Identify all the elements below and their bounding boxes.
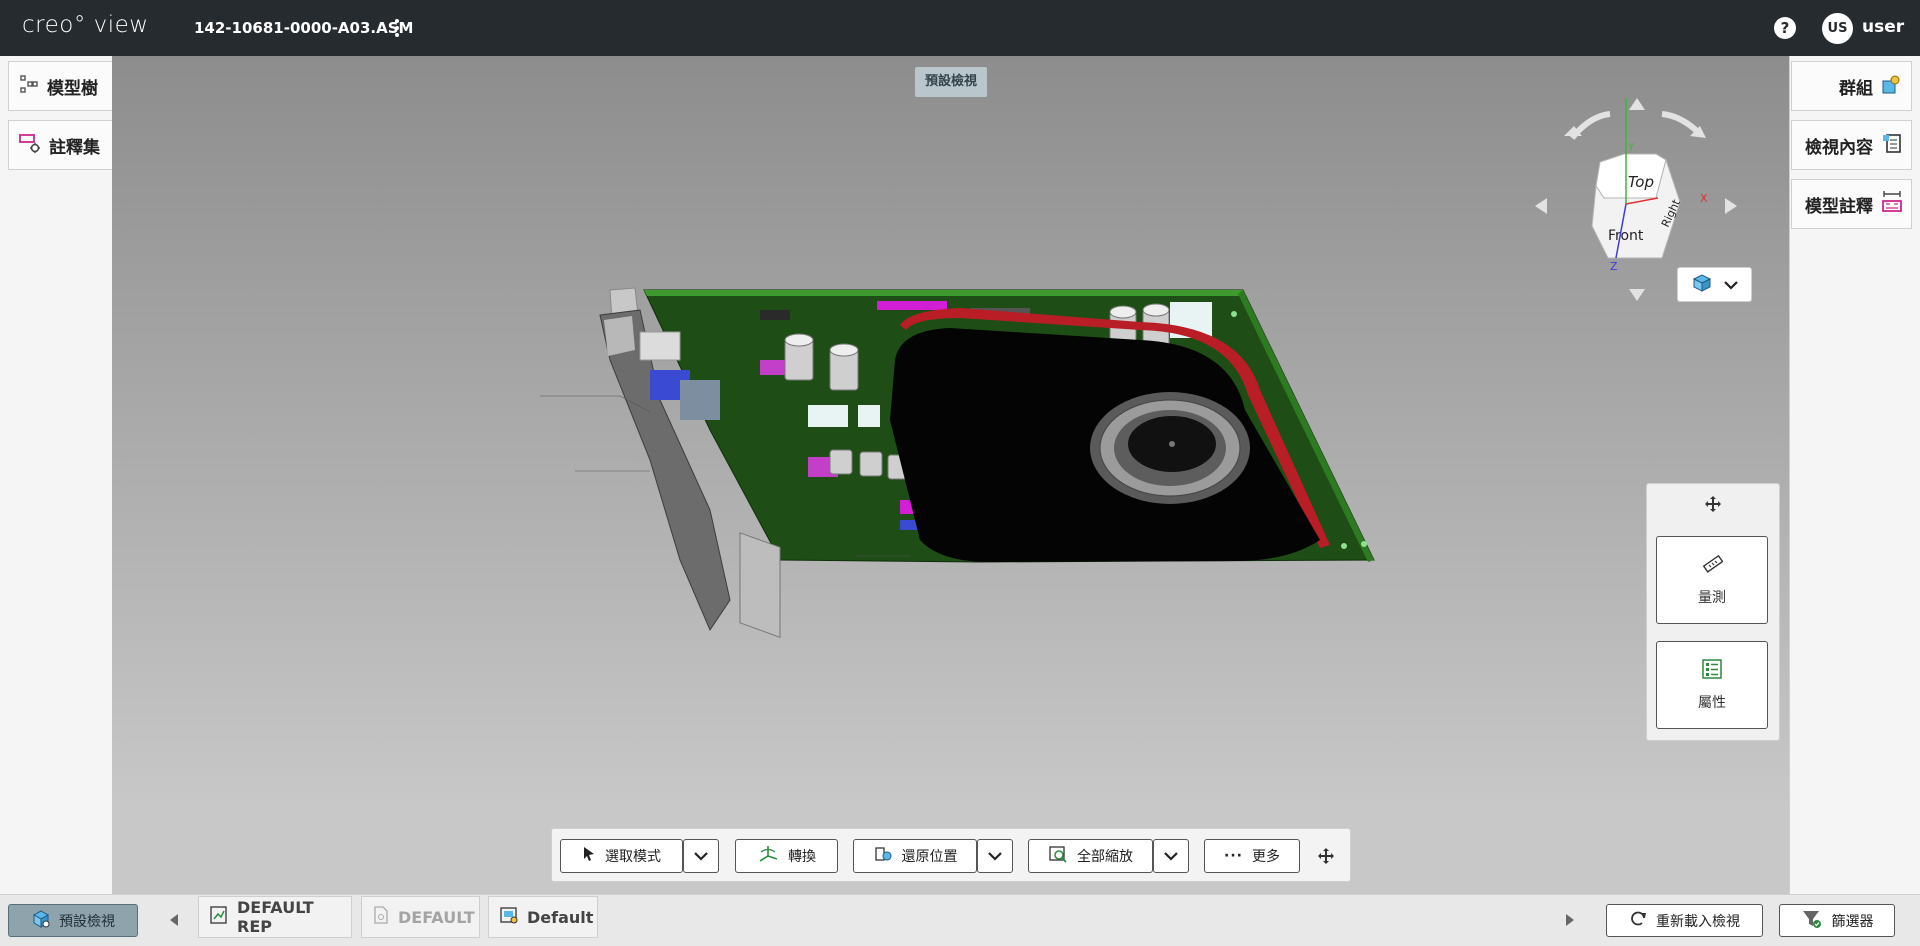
graphics-card-model[interactable]: [540, 270, 1390, 640]
select-mode-button[interactable]: 選取模式: [560, 839, 683, 873]
app-header: creo° view 142-10681-0000-A03.ASM ? US u…: [0, 0, 1920, 56]
tab-model-annotation-label: 模型註釋: [1805, 196, 1873, 217]
tab-model-tree[interactable]: 模型樹: [8, 61, 112, 111]
chevron-down-icon: [694, 852, 708, 861]
rotate-down-icon: [1629, 289, 1645, 301]
axis-x-label: X: [1700, 192, 1708, 205]
tab-default-rep-label: DEFAULT REP: [237, 898, 314, 936]
file-menu-icon[interactable]: [386, 14, 408, 42]
filter-button[interactable]: 篩選器: [1779, 904, 1895, 937]
cube-front-label[interactable]: Front: [1608, 228, 1644, 244]
rotate-left-icon: [1535, 198, 1547, 214]
view-orientation-dropdown[interactable]: [1677, 267, 1752, 302]
tab-annotation-set[interactable]: 註釋集: [8, 120, 112, 170]
help-icon[interactable]: ?: [1774, 17, 1796, 39]
chevron-down-icon: [1164, 852, 1178, 861]
ruler-icon: [1701, 553, 1724, 579]
tab-model-tree-label: 模型樹: [47, 78, 98, 99]
reload-icon: [1629, 910, 1647, 932]
groups-icon: [1881, 73, 1903, 100]
zoom-all-icon: [1048, 845, 1068, 867]
reload-view-button[interactable]: 重新載入檢視: [1606, 904, 1763, 937]
restore-position-icon: [873, 845, 893, 867]
cube-faces: Top Front Right: [1591, 153, 1683, 259]
main-toolbar: 選取模式 轉換 還原位置 全部縮放 ··· 更多: [551, 828, 1351, 882]
transform-label: 轉換: [788, 849, 816, 865]
restore-position-label: 還原位置: [901, 849, 958, 865]
tool-palette: 量測 屬性: [1646, 483, 1780, 741]
left-panel: [0, 56, 113, 894]
tab-default-label: DEFAULT: [398, 907, 475, 927]
move-palette-icon[interactable]: [1647, 484, 1779, 524]
chevron-down-icon: [1723, 275, 1739, 294]
document-icon: [372, 905, 390, 929]
tab-default-state[interactable]: Default: [488, 896, 598, 938]
chevron-down-icon: [988, 852, 1002, 861]
file-name: 142-10681-0000-A03.ASM: [194, 19, 414, 37]
tab-default-state-label: Default: [527, 907, 594, 927]
current-view-label: 預設檢視: [915, 67, 987, 97]
transform-icon: [757, 844, 779, 868]
move-toolbar-icon[interactable]: [1311, 839, 1341, 873]
select-mode-dropdown[interactable]: [683, 839, 719, 873]
rotate-up-icon: [1629, 98, 1645, 110]
properties-icon: [1701, 658, 1723, 684]
model-tree-icon: [19, 74, 39, 99]
representation-icon: [209, 905, 229, 929]
tab-annotation-set-label: 註釋集: [49, 137, 100, 158]
tab-default: DEFAULT: [361, 896, 480, 938]
axis-y-label: Y: [1627, 142, 1635, 153]
user-avatar[interactable]: US: [1822, 13, 1853, 44]
select-mode-label: 選取模式: [605, 849, 661, 865]
cube-top-label[interactable]: Top: [1628, 173, 1654, 191]
more-button[interactable]: ··· 更多: [1204, 839, 1300, 873]
filter-label: 篩選器: [1831, 913, 1874, 930]
tab-view-content[interactable]: 檢視內容: [1791, 120, 1912, 170]
tab-model-annotation[interactable]: 模型註釋: [1791, 179, 1912, 229]
filter-icon: [1801, 909, 1823, 933]
scroll-right-icon[interactable]: [1555, 905, 1585, 935]
scroll-left-icon[interactable]: [159, 905, 189, 935]
bottom-bar: 預設檢視 DEFAULT REP DEFAULT Default 重新載入檢視 …: [0, 894, 1920, 946]
restore-position-dropdown[interactable]: [977, 839, 1013, 873]
default-view-label: 預設檢視: [59, 913, 115, 930]
cursor-icon: [582, 846, 596, 866]
more-label: 更多: [1251, 849, 1280, 865]
transform-button[interactable]: 轉換: [735, 839, 838, 873]
properties-button[interactable]: 屬性: [1656, 641, 1768, 729]
restore-position-button[interactable]: 還原位置: [853, 839, 977, 873]
tab-default-rep[interactable]: DEFAULT REP: [198, 896, 352, 938]
zoom-all-button[interactable]: 全部縮放: [1028, 839, 1153, 873]
app-logo: creo° view: [22, 12, 149, 38]
measure-label: 量測: [1698, 590, 1726, 606]
view-orientation-icon: [1691, 273, 1713, 297]
more-icon: ···: [1224, 848, 1243, 864]
rotate-right-icon: [1725, 198, 1737, 214]
zoom-all-label: 全部縮放: [1077, 849, 1133, 865]
state-icon: [499, 905, 519, 929]
view-state-icon: [31, 909, 51, 933]
tab-groups[interactable]: 群組: [1791, 61, 1912, 111]
reload-view-label: 重新載入檢視: [1656, 913, 1740, 930]
measure-button[interactable]: 量測: [1656, 536, 1768, 624]
user-name[interactable]: user: [1862, 17, 1904, 37]
properties-label: 屬性: [1698, 695, 1726, 711]
model-annotation-icon: [1881, 190, 1903, 219]
axis-z-label: Z: [1610, 260, 1618, 273]
zoom-all-dropdown[interactable]: [1153, 839, 1189, 873]
view-content-icon: [1881, 132, 1903, 159]
tab-groups-label: 群組: [1839, 78, 1873, 99]
annotation-set-icon: [19, 132, 41, 159]
tab-view-content-label: 檢視內容: [1805, 137, 1873, 158]
default-view-button[interactable]: 預設檢視: [8, 904, 138, 937]
